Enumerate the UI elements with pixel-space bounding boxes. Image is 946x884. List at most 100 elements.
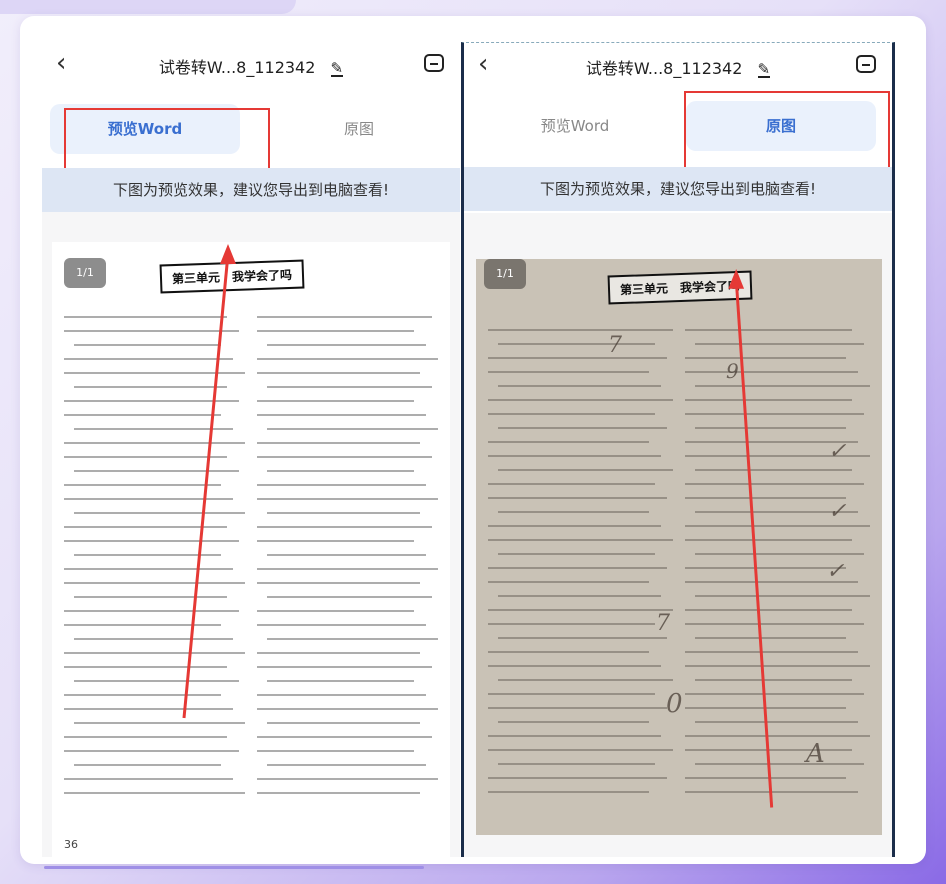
text-line bbox=[488, 693, 655, 695]
text-line bbox=[488, 539, 673, 541]
text-line bbox=[74, 596, 227, 598]
text-line bbox=[257, 610, 414, 612]
text-line bbox=[267, 470, 414, 472]
top-decoration bbox=[0, 0, 296, 14]
document-title: 试卷转W...8_112342 ✎ bbox=[464, 55, 892, 79]
app-bar: ‹ 试卷转W...8_112342 ✎ bbox=[464, 43, 892, 87]
text-line bbox=[685, 539, 852, 541]
text-line bbox=[498, 385, 661, 387]
text-line bbox=[695, 553, 864, 555]
text-line bbox=[64, 568, 233, 570]
text-line bbox=[488, 651, 649, 653]
text-line bbox=[685, 413, 864, 415]
text-line bbox=[64, 582, 245, 584]
text-line bbox=[257, 736, 432, 738]
text-line bbox=[64, 778, 233, 780]
text-line bbox=[257, 456, 432, 458]
text-line bbox=[64, 526, 227, 528]
text-line bbox=[685, 749, 852, 751]
pencil-icon[interactable]: ✎ bbox=[757, 62, 771, 78]
text-line bbox=[257, 330, 414, 332]
text-line bbox=[488, 777, 667, 779]
text-line bbox=[488, 497, 667, 499]
text-line bbox=[685, 371, 858, 373]
text-line bbox=[64, 750, 239, 752]
text-line bbox=[257, 778, 438, 780]
text-line bbox=[64, 442, 245, 444]
text-line bbox=[64, 414, 221, 416]
text-line bbox=[488, 399, 673, 401]
save-icon[interactable] bbox=[856, 55, 876, 73]
preview-area: 第三单元 我学会了吗 36 1/1 bbox=[42, 212, 460, 857]
text-line bbox=[74, 722, 245, 724]
text-line bbox=[498, 469, 673, 471]
text-line bbox=[695, 469, 852, 471]
text-line bbox=[64, 316, 227, 318]
text-line bbox=[498, 637, 667, 639]
text-line bbox=[64, 708, 233, 710]
text-line bbox=[74, 680, 239, 682]
text-line bbox=[64, 694, 221, 696]
text-line bbox=[488, 735, 661, 737]
text-line bbox=[498, 679, 673, 681]
handwriting-mark: 9 bbox=[726, 359, 739, 383]
preview-area: 第三单元 我学会了吗 7 9 7 0 A ✓ ✓ ✓ 1/1 bbox=[464, 213, 892, 857]
screenshot-card: ‹ 试卷转W...8_112342 ✎ 预览Word 原图 下图为预览效果，建议… bbox=[20, 16, 926, 864]
text-line bbox=[695, 763, 864, 765]
text-line bbox=[498, 427, 667, 429]
text-line bbox=[685, 693, 864, 695]
app-bar: ‹ 试卷转W...8_112342 ✎ bbox=[42, 42, 460, 86]
text-line bbox=[64, 358, 233, 360]
text-line bbox=[488, 455, 661, 457]
text-line bbox=[64, 456, 227, 458]
text-line bbox=[488, 329, 673, 331]
text-line bbox=[488, 413, 655, 415]
text-line bbox=[267, 680, 414, 682]
text-line bbox=[695, 637, 846, 639]
text-line bbox=[488, 791, 649, 793]
document-title-text: 试卷转W...8_112342 bbox=[585, 59, 743, 78]
tab-original-image[interactable]: 原图 bbox=[264, 104, 454, 154]
text-line bbox=[498, 763, 655, 765]
text-line bbox=[257, 540, 414, 542]
handwriting-mark: A bbox=[806, 739, 825, 769]
text-line bbox=[267, 722, 420, 724]
handwriting-mark: ✓ bbox=[826, 559, 845, 584]
text-line bbox=[64, 372, 245, 374]
document-title: 试卷转W...8_112342 ✎ bbox=[42, 54, 460, 78]
save-icon[interactable] bbox=[424, 54, 444, 72]
original-photo: 第三单元 我学会了吗 7 9 7 0 A ✓ ✓ ✓ bbox=[476, 259, 882, 835]
text-line bbox=[488, 441, 649, 443]
text-line bbox=[685, 623, 864, 625]
text-line bbox=[74, 344, 221, 346]
text-line bbox=[488, 371, 649, 373]
text-line bbox=[695, 721, 858, 723]
text-line bbox=[257, 792, 420, 794]
text-line bbox=[488, 707, 667, 709]
text-line bbox=[64, 736, 227, 738]
text-line bbox=[488, 567, 667, 569]
text-line bbox=[257, 526, 432, 528]
text-line bbox=[64, 792, 245, 794]
text-line bbox=[695, 427, 846, 429]
text-line bbox=[695, 385, 870, 387]
text-line bbox=[74, 638, 233, 640]
text-line bbox=[685, 497, 846, 499]
handwriting-mark: ✓ bbox=[828, 439, 847, 464]
text-line bbox=[685, 707, 846, 709]
text-line bbox=[267, 428, 438, 430]
text-line bbox=[64, 330, 239, 332]
text-line bbox=[498, 553, 655, 555]
text-line bbox=[488, 749, 673, 751]
text-line bbox=[257, 694, 426, 696]
pencil-icon[interactable]: ✎ bbox=[330, 61, 344, 77]
text-line bbox=[685, 357, 846, 359]
text-line bbox=[488, 665, 661, 667]
text-line bbox=[685, 525, 870, 527]
tab-preview-word[interactable]: 预览Word bbox=[480, 101, 670, 151]
text-line bbox=[74, 386, 227, 388]
text-line bbox=[498, 511, 649, 513]
text-line bbox=[488, 609, 673, 611]
text-line bbox=[257, 372, 420, 374]
handwriting-mark: 7 bbox=[656, 611, 670, 636]
